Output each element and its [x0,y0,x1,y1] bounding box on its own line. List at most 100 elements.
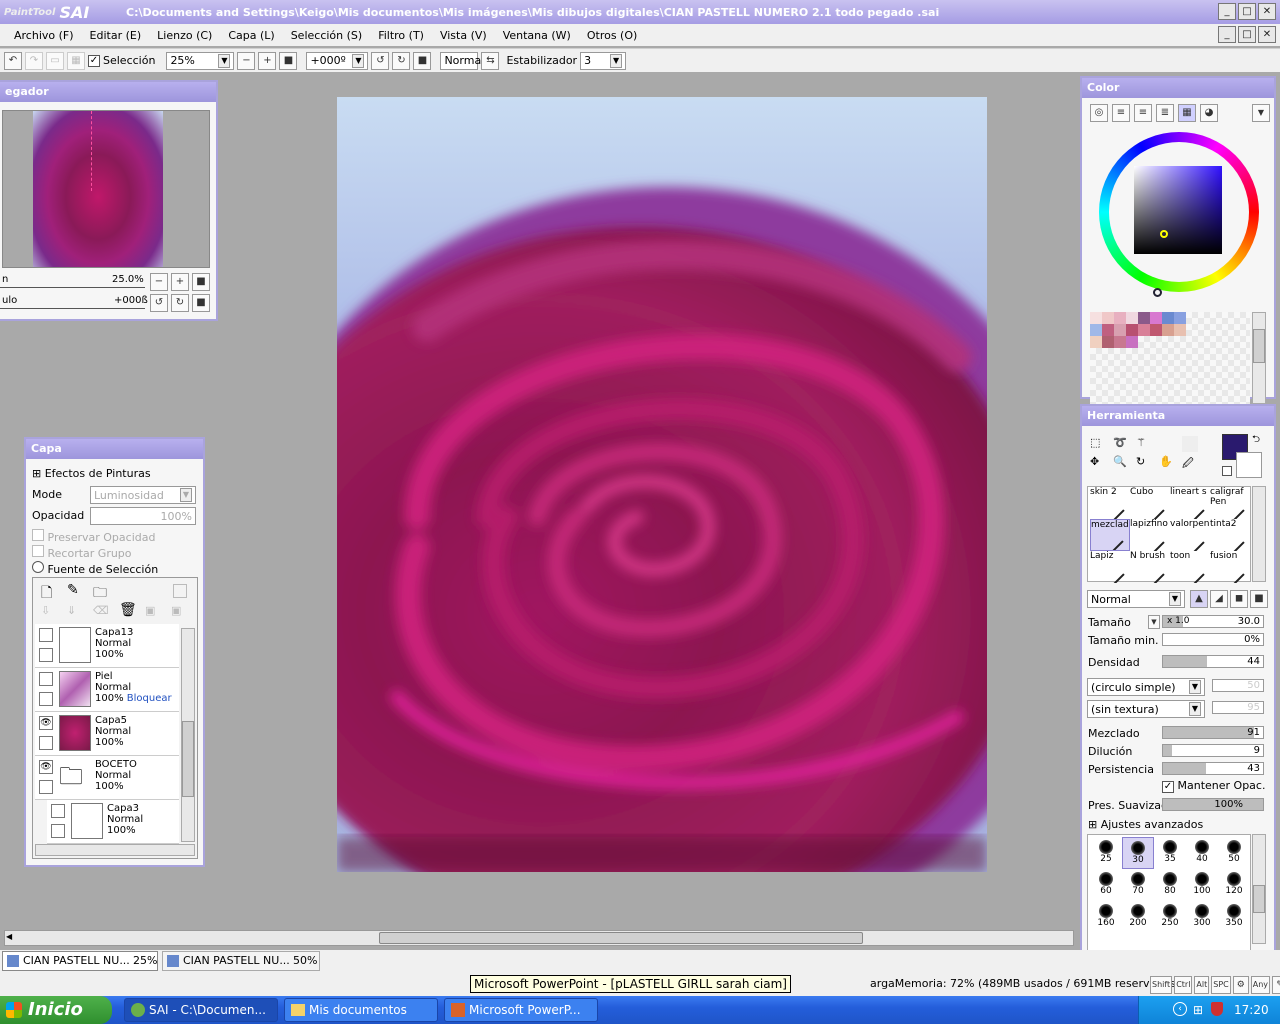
any-key[interactable]: Any [1250,976,1271,994]
color-swatch[interactable] [1090,336,1102,348]
secondary-color-swatch[interactable] [1236,452,1262,478]
merge-down-icon[interactable]: ⇓ [67,604,76,617]
start-button[interactable]: Inicio [0,996,112,1024]
tool-lineart[interactable]: lineart s [1170,487,1210,519]
maximize-button[interactable]: □ [1238,3,1256,20]
rotate-icon[interactable]: ↻ [1136,455,1156,474]
magic-wand-icon[interactable]: ⚚ [1136,436,1156,452]
drawing-canvas[interactable] [337,97,987,872]
rect-select-icon[interactable]: ⬚ [1090,436,1110,452]
trash-icon[interactable]: 🗑 [119,602,137,618]
menu-vista[interactable]: Vista (V) [432,29,495,42]
redo-icon[interactable]: ↷ [25,51,43,70]
color-swatch[interactable] [1150,312,1162,324]
brush-size-120[interactable]: 120 [1218,869,1250,901]
brush-size-80[interactable]: 80 [1154,869,1186,901]
color-swatch[interactable] [1102,336,1114,348]
brush-shape-select[interactable]: (circulo simple) ▼ [1087,678,1205,696]
brush-size-300[interactable]: 300 [1186,901,1218,933]
swatches-icon[interactable]: ▦ [1178,104,1196,122]
lasso-icon[interactable]: ➰ [1113,436,1133,452]
persistence-slider[interactable]: 43 [1162,762,1264,775]
color-menu-icon[interactable]: ▼ [1252,104,1270,122]
new-layer-icon[interactable]: 🗋 [41,582,52,606]
visibility-toggle[interactable] [51,804,65,818]
tool-n-brush[interactable]: N brush [1130,551,1170,583]
blend-slider[interactable]: 91 [1162,726,1264,739]
rotate-right-icon[interactable]: ↻ [392,51,411,70]
undo-icon[interactable]: ↶ [4,51,22,70]
nav-rotate-right-icon[interactable]: ↻ [171,294,189,312]
brush-shape-round-icon[interactable]: ◢ [1210,590,1228,608]
tool-cubo[interactable]: Cubo [1130,487,1170,519]
space-key[interactable]: SPC [1211,976,1231,994]
color-swatch[interactable] [1090,312,1102,324]
taskbar-app-sai[interactable]: SAI - C:\Documen... [124,998,278,1022]
stabilizer-select[interactable]: 3 ▼ [580,51,627,70]
zoom-reset-icon[interactable]: ■ [279,51,298,70]
doc-tab-2[interactable]: CIAN PASTELL NU... 50% [162,951,320,971]
tool-tinta2[interactable]: tinta2 [1210,519,1250,551]
tool-mezclado[interactable]: mezclado [1090,519,1130,551]
taskbar-app-explorer[interactable]: Mis documentos [284,998,438,1022]
lock-toggle[interactable] [51,824,65,838]
clip-group-option[interactable]: Recortar Grupo [32,545,132,560]
rgb-sliders-icon[interactable]: ≡ [1112,104,1130,122]
brush-shape-strength[interactable]: 50 [1212,679,1264,692]
visibility-toggle[interactable] [39,628,53,642]
doc-minimize-button[interactable]: _ [1218,26,1236,43]
lock-toggle[interactable] [39,648,53,662]
brush-size-350[interactable]: 350 [1218,901,1250,933]
deselect-icon[interactable]: ▭ [46,51,64,70]
tool-skin-2[interactable]: skin 2 [1090,487,1130,519]
tool-toon[interactable]: toon [1170,551,1210,583]
tool-caligraf[interactable]: caligraf Pen [1210,487,1250,519]
eye-icon[interactable]: 👁 [39,760,53,774]
paint-effects-toggle[interactable]: ⊞ Efectos de Pinturas [32,467,151,480]
nav-zoom-reset-icon[interactable]: ■ [192,273,210,291]
new-linework-layer-icon[interactable]: ✎ [67,582,79,598]
minimize-button[interactable]: _ [1218,3,1236,20]
doc-restore-button[interactable]: □ [1238,26,1256,43]
move-icon[interactable]: ✥ [1090,455,1110,474]
preserve-opacity-option[interactable]: Preservar Opacidad [32,529,155,544]
brush-shape-sharp-icon[interactable]: ▲ [1190,590,1208,608]
swatch-grid[interactable] [1090,312,1250,404]
merge-visible-icon[interactable]: ▣ [145,604,155,617]
brush-size-50[interactable]: 50 [1218,837,1250,869]
scrollbar-thumb[interactable] [1253,329,1265,363]
layer-opacity-bar[interactable]: 100% [90,507,196,525]
blend-mode-select[interactable]: Normal [440,51,484,70]
zoom-select[interactable]: 25% ▼ [166,51,235,70]
layer-list-scrollbar[interactable] [181,628,195,842]
close-button[interactable]: ✕ [1258,3,1276,20]
color-swatch[interactable] [1102,312,1114,324]
chevron-down-icon[interactable]: ▼ [1148,615,1160,629]
eye-icon[interactable]: 👁 [39,716,53,730]
menu-capa[interactable]: Capa (L) [220,29,282,42]
security-shield-icon[interactable] [1211,1002,1223,1016]
brush-size-scrollbar[interactable] [1252,834,1266,944]
saturation-value-square[interactable] [1134,166,1222,254]
color-swatch[interactable] [1162,324,1174,336]
nav-rotate-left-icon[interactable]: ↺ [150,294,168,312]
transparent-color-icon[interactable] [1222,466,1232,476]
new-folder-icon[interactable]: 🗀 [93,582,107,606]
rotate-reset-icon[interactable]: ■ [413,51,432,70]
brush-size-70[interactable]: 70 [1122,869,1154,901]
tool-lapiz[interactable]: Lapiz [1090,551,1130,583]
tool-valorpen[interactable]: valorpen [1170,519,1210,551]
layer-list-hscrollbar[interactable] [35,844,195,856]
tool-grid-scrollbar[interactable] [1252,486,1266,582]
doc-close-button[interactable]: ✕ [1258,26,1276,43]
tool-lapizfino[interactable]: lapizfino [1130,519,1170,551]
brush-size-200[interactable]: 200 [1122,901,1154,933]
taskbar-app-powerpoint[interactable]: Microsoft PowerP... [444,998,598,1022]
scrollbar-thumb[interactable] [1253,885,1265,913]
visibility-toggle[interactable] [39,672,53,686]
scratchpad-icon[interactable]: ◕ [1200,104,1218,122]
brush-size-25[interactable]: 25 [1090,837,1122,869]
nav-zoom-out-icon[interactable]: − [150,273,168,291]
merge-all-icon[interactable]: ▣ [171,604,181,617]
layer-row-capa13[interactable]: Capa13 Normal 100% [35,624,179,668]
